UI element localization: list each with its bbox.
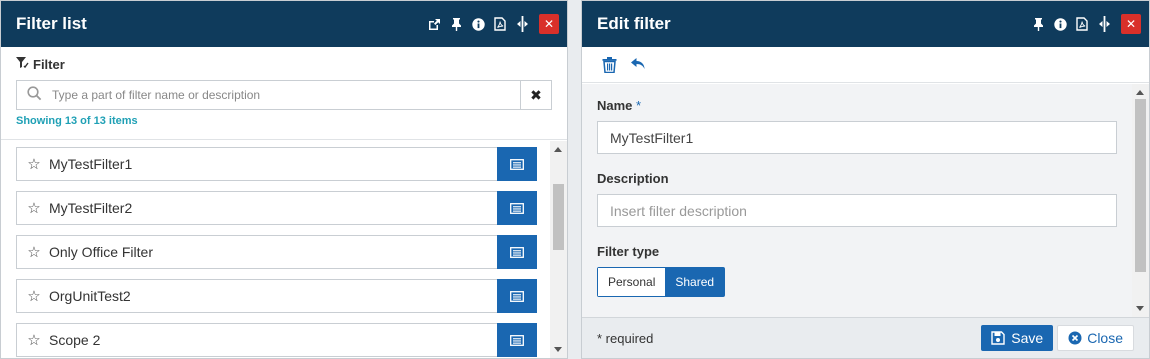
items-count: Showing 13 of 13 items (16, 115, 138, 127)
search-input[interactable] (52, 88, 520, 102)
undo-icon (631, 58, 645, 69)
pdf-icon[interactable] (493, 16, 507, 32)
details-button[interactable] (497, 279, 537, 313)
save-icon (991, 331, 1005, 345)
delete-button[interactable] (602, 56, 617, 73)
resize-icon[interactable] (1097, 16, 1111, 32)
list-detail-icon (510, 334, 524, 346)
undo-button[interactable] (631, 58, 646, 71)
filter-label: Filter (33, 57, 65, 72)
edit-filter-panel: Edit filter ✕ Name * MyTestFilter1 Descr… (581, 0, 1150, 359)
edit-filter-titlebar: Edit filter ✕ (582, 1, 1149, 47)
name-label: Name * (597, 98, 642, 113)
edit-toolbar (582, 47, 1149, 83)
close-panel-button[interactable]: ✕ (539, 14, 559, 34)
list-detail-icon (510, 290, 524, 302)
details-button[interactable] (497, 191, 537, 225)
description-label: Description (597, 171, 669, 186)
pin-icon[interactable] (1031, 16, 1045, 32)
list-item-label: OrgUnitTest2 (49, 288, 131, 304)
info-icon[interactable] (1053, 16, 1067, 32)
panel-title: Edit filter (597, 14, 671, 33)
filter-type-personal[interactable]: Personal (598, 268, 666, 296)
panel-title: Filter list (16, 14, 87, 33)
details-button[interactable] (497, 235, 537, 269)
name-field[interactable]: MyTestFilter1 (597, 121, 1117, 154)
filter-list-panel: Filter list ✕ Filter Type a part of filt… (0, 0, 568, 359)
scroll-thumb[interactable] (553, 184, 564, 250)
list-item-label: Scope 2 (49, 332, 101, 348)
filter-type-toggle: Personal Shared (597, 267, 726, 297)
scroll-down-icon[interactable] (1136, 306, 1144, 311)
trash-icon (602, 56, 617, 73)
save-label: Save (1011, 330, 1044, 346)
star-icon[interactable]: ☆ (17, 331, 47, 349)
clear-search-button[interactable]: ✖ (520, 80, 552, 110)
filter-heading: Filter (16, 57, 552, 72)
list-item[interactable]: ☆ Scope 2 (16, 323, 537, 357)
list-item[interactable]: ☆ Only Office Filter (16, 235, 537, 269)
list-item[interactable]: ☆ MyTestFilter2 (16, 191, 537, 225)
form-scrollbar[interactable] (1132, 84, 1149, 317)
search-icon (27, 86, 42, 104)
star-icon[interactable]: ☆ (17, 243, 47, 261)
star-icon[interactable]: ☆ (17, 199, 47, 217)
list-item-label: MyTestFilter1 (49, 156, 133, 172)
star-icon[interactable]: ☆ (17, 287, 47, 305)
close-panel-button[interactable]: ✕ (1121, 14, 1141, 34)
list-item-label: MyTestFilter2 (49, 200, 133, 216)
filter-type-shared[interactable]: Shared (665, 268, 725, 296)
filter-area: Filter ✖ Showing 13 of 13 items (1, 47, 567, 140)
star-icon[interactable]: ☆ (17, 155, 47, 173)
required-mark: * (636, 98, 642, 113)
pin-icon[interactable] (449, 16, 463, 32)
filter-list: ☆ MyTestFilter1 ☆ MyTestFilter2 ☆ Only O… (1, 141, 550, 358)
list-detail-icon (510, 246, 524, 258)
details-button[interactable] (497, 323, 537, 357)
save-button[interactable]: Save (981, 325, 1054, 351)
close-button[interactable]: Close (1057, 325, 1134, 351)
required-note: * required (597, 330, 654, 346)
resize-icon[interactable] (515, 16, 529, 32)
filter-icon (16, 57, 29, 72)
filter-list-titlebar: Filter list ✕ (1, 1, 567, 47)
edit-footer: * required Save Close (582, 317, 1149, 358)
info-icon[interactable] (471, 16, 485, 32)
search-row: ✖ (16, 80, 552, 110)
edit-filter-form: Name * MyTestFilter1 Description Insert … (582, 84, 1132, 317)
search-box[interactable] (16, 80, 520, 110)
description-field[interactable]: Insert filter description (597, 194, 1117, 227)
list-item[interactable]: ☆ MyTestFilter1 (16, 147, 537, 181)
list-detail-icon (510, 202, 524, 214)
popout-icon[interactable] (427, 16, 441, 32)
pdf-icon[interactable] (1075, 16, 1089, 32)
scroll-up-icon[interactable] (554, 147, 562, 152)
scroll-thumb[interactable] (1135, 99, 1146, 272)
details-button[interactable] (497, 147, 537, 181)
scroll-down-icon[interactable] (554, 347, 562, 352)
list-detail-icon (510, 158, 524, 170)
list-item[interactable]: ☆ OrgUnitTest2 (16, 279, 537, 313)
close-label: Close (1087, 330, 1123, 346)
list-item-label: Only Office Filter (49, 244, 153, 260)
filter-type-label: Filter type (597, 244, 660, 259)
list-scrollbar[interactable] (550, 141, 567, 358)
close-circle-icon (1068, 331, 1082, 345)
scroll-up-icon[interactable] (1136, 90, 1144, 95)
